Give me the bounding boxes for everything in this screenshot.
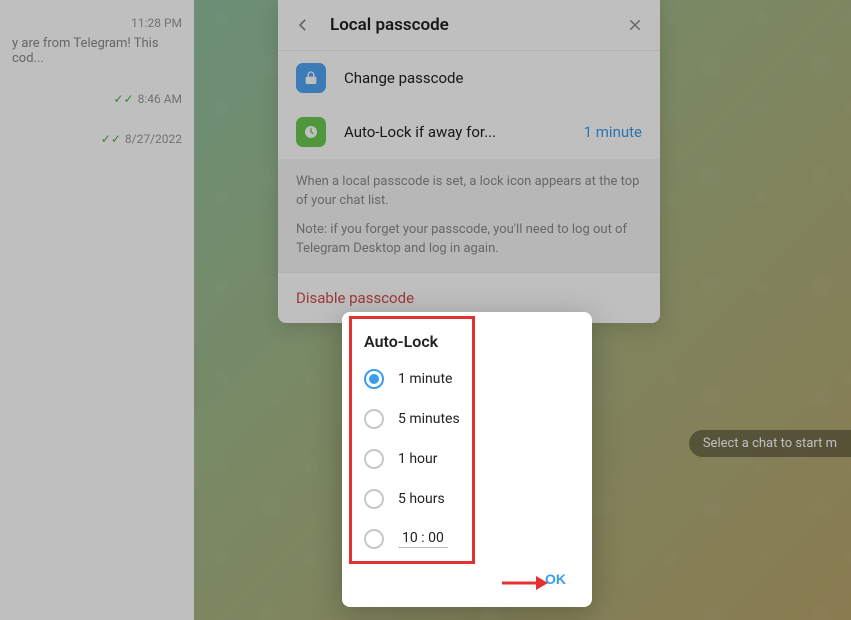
auto-lock-option-5-hours[interactable]: 5 hours	[342, 479, 592, 519]
custom-time-input[interactable]: 10 : 00	[398, 530, 448, 548]
radio-icon	[364, 449, 384, 469]
dialog-title: Auto-Lock	[342, 332, 592, 359]
option-label: 5 hours	[398, 491, 445, 507]
option-label: 1 hour	[398, 451, 438, 467]
option-label: 1 minute	[398, 371, 452, 387]
radio-icon	[364, 489, 384, 509]
radio-icon	[364, 369, 384, 389]
auto-lock-option-1-hour[interactable]: 1 hour	[342, 439, 592, 479]
auto-lock-option-custom[interactable]: 10 : 00	[342, 519, 592, 559]
option-label: 5 minutes	[398, 411, 460, 427]
radio-icon	[364, 529, 384, 549]
auto-lock-dialog: Auto-Lock 1 minute 5 minutes 1 hour 5 ho…	[342, 312, 592, 607]
auto-lock-option-1-minute[interactable]: 1 minute	[342, 359, 592, 399]
auto-lock-option-5-minutes[interactable]: 5 minutes	[342, 399, 592, 439]
ok-button[interactable]: OK	[535, 565, 576, 593]
radio-icon	[364, 409, 384, 429]
